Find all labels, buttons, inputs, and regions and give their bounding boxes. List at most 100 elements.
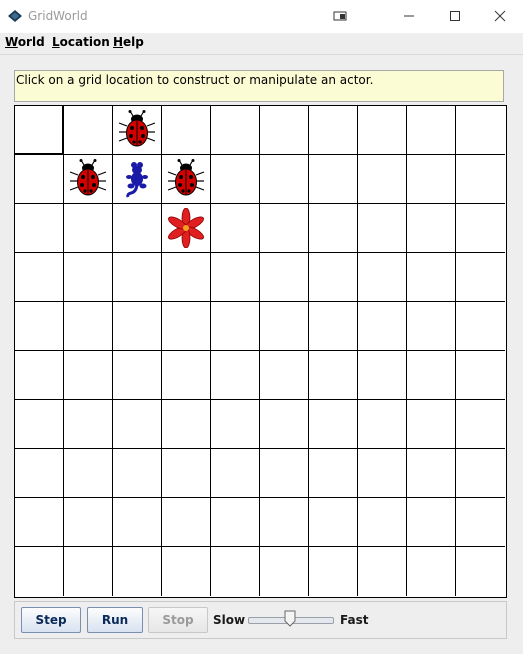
grid-cell[interactable] bbox=[15, 498, 64, 547]
grid-cell[interactable] bbox=[309, 253, 358, 302]
grid-cell[interactable] bbox=[456, 449, 505, 498]
grid-cell[interactable] bbox=[407, 155, 456, 204]
grid-cell[interactable] bbox=[456, 204, 505, 253]
grid-cell[interactable] bbox=[162, 302, 211, 351]
grid-cell[interactable] bbox=[15, 400, 64, 449]
grid-cell[interactable] bbox=[407, 498, 456, 547]
grid-cell[interactable] bbox=[309, 155, 358, 204]
grid-cell[interactable] bbox=[15, 253, 64, 302]
grid-cell[interactable] bbox=[260, 351, 309, 400]
grid-panel[interactable] bbox=[14, 105, 507, 598]
grid-cell[interactable] bbox=[407, 351, 456, 400]
grid-cell[interactable] bbox=[456, 155, 505, 204]
grid-cell[interactable] bbox=[15, 106, 64, 155]
menu-location[interactable]: Location bbox=[52, 35, 110, 49]
minimize-icon[interactable] bbox=[386, 0, 432, 32]
grid-cell[interactable] bbox=[113, 498, 162, 547]
grid-cell[interactable] bbox=[260, 155, 309, 204]
grid-cell[interactable] bbox=[15, 204, 64, 253]
grid-cell[interactable] bbox=[15, 547, 64, 596]
restore-icon[interactable] bbox=[318, 0, 364, 32]
grid-cell[interactable] bbox=[64, 351, 113, 400]
grid-cell[interactable] bbox=[358, 155, 407, 204]
grid-cell[interactable] bbox=[456, 547, 505, 596]
bug-icon[interactable] bbox=[166, 159, 206, 203]
grid-cell[interactable] bbox=[113, 400, 162, 449]
step-button[interactable]: Step bbox=[21, 607, 81, 633]
grid-cell[interactable] bbox=[211, 498, 260, 547]
grid-cell[interactable] bbox=[15, 302, 64, 351]
menu-world[interactable]: World bbox=[5, 35, 45, 49]
grid-cell[interactable] bbox=[211, 302, 260, 351]
grid-cell[interactable] bbox=[15, 351, 64, 400]
menu-help[interactable]: Help bbox=[113, 35, 144, 49]
grid-cell[interactable] bbox=[260, 400, 309, 449]
grid-cell[interactable] bbox=[64, 253, 113, 302]
grid-cell[interactable] bbox=[407, 204, 456, 253]
grid-cell[interactable] bbox=[162, 253, 211, 302]
grid-cell[interactable] bbox=[162, 498, 211, 547]
grid-cell[interactable] bbox=[407, 253, 456, 302]
grid-cell[interactable] bbox=[456, 302, 505, 351]
grid-cell[interactable] bbox=[211, 106, 260, 155]
grid-cell[interactable] bbox=[260, 302, 309, 351]
maximize-icon[interactable] bbox=[432, 0, 478, 32]
grid-cell[interactable] bbox=[358, 547, 407, 596]
grid-cell[interactable] bbox=[456, 106, 505, 155]
grid-cell[interactable] bbox=[64, 106, 113, 155]
grid-cell[interactable] bbox=[456, 351, 505, 400]
grid-cell[interactable] bbox=[456, 253, 505, 302]
grid-cell[interactable] bbox=[211, 547, 260, 596]
critter-icon[interactable] bbox=[117, 159, 157, 203]
grid-cell[interactable] bbox=[113, 351, 162, 400]
grid-cell[interactable] bbox=[407, 302, 456, 351]
grid-cell[interactable] bbox=[64, 204, 113, 253]
grid-cell[interactable] bbox=[162, 449, 211, 498]
grid-cell[interactable] bbox=[162, 400, 211, 449]
grid-cell[interactable] bbox=[260, 204, 309, 253]
grid-cell[interactable] bbox=[64, 498, 113, 547]
close-icon[interactable] bbox=[477, 0, 523, 32]
grid-cell[interactable] bbox=[211, 204, 260, 253]
grid-cell[interactable] bbox=[162, 547, 211, 596]
grid-cell[interactable] bbox=[358, 302, 407, 351]
grid-cell[interactable] bbox=[309, 449, 358, 498]
stop-button[interactable]: Stop bbox=[148, 607, 208, 633]
grid-cell[interactable] bbox=[456, 498, 505, 547]
grid-cell[interactable] bbox=[64, 449, 113, 498]
grid-cell[interactable] bbox=[309, 498, 358, 547]
grid-cell[interactable] bbox=[113, 253, 162, 302]
grid-cell[interactable] bbox=[407, 449, 456, 498]
grid-cell[interactable] bbox=[260, 547, 309, 596]
grid-cell[interactable] bbox=[211, 155, 260, 204]
bug-icon[interactable] bbox=[117, 110, 157, 154]
flower-icon[interactable] bbox=[166, 207, 206, 252]
grid-cell[interactable] bbox=[64, 547, 113, 596]
grid-cell[interactable] bbox=[358, 106, 407, 155]
grid-cell[interactable] bbox=[260, 498, 309, 547]
grid-cell[interactable] bbox=[113, 302, 162, 351]
grid-cell[interactable] bbox=[113, 547, 162, 596]
grid-cell[interactable] bbox=[211, 449, 260, 498]
grid-cell[interactable] bbox=[162, 351, 211, 400]
speed-slider-thumb[interactable] bbox=[284, 610, 296, 627]
grid-cell[interactable] bbox=[358, 253, 407, 302]
grid-cell[interactable] bbox=[260, 449, 309, 498]
grid-cell[interactable] bbox=[407, 400, 456, 449]
grid-cell[interactable] bbox=[211, 400, 260, 449]
grid-cell[interactable] bbox=[358, 400, 407, 449]
grid-cell[interactable] bbox=[358, 498, 407, 547]
grid-cell[interactable] bbox=[309, 351, 358, 400]
grid-cell[interactable] bbox=[64, 302, 113, 351]
grid-cell[interactable] bbox=[358, 204, 407, 253]
grid-cell[interactable] bbox=[211, 253, 260, 302]
grid-cell[interactable] bbox=[358, 351, 407, 400]
grid-cell[interactable] bbox=[309, 547, 358, 596]
grid-cell[interactable] bbox=[309, 302, 358, 351]
grid-cell[interactable] bbox=[113, 204, 162, 253]
grid-cell[interactable] bbox=[15, 449, 64, 498]
grid-cell[interactable] bbox=[162, 106, 211, 155]
grid-cell[interactable] bbox=[407, 547, 456, 596]
grid-cell[interactable] bbox=[309, 106, 358, 155]
grid-cell[interactable] bbox=[358, 449, 407, 498]
